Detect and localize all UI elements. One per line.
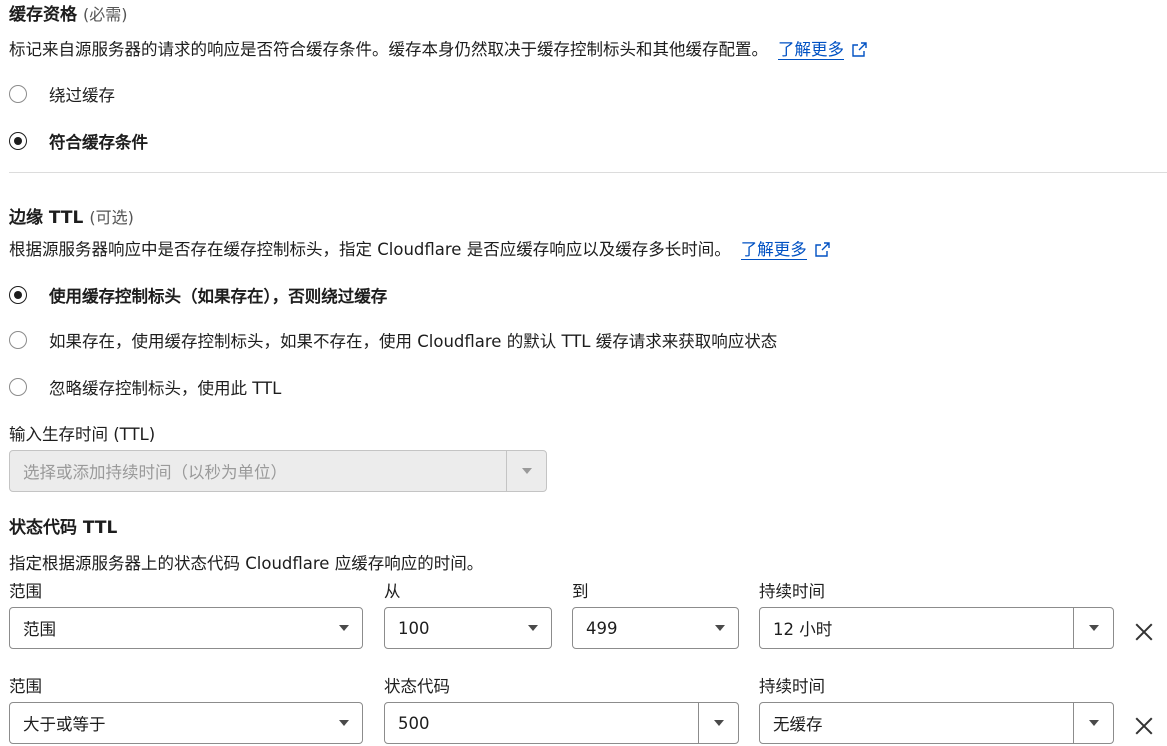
edge-ttl-title: 边缘 TTL — [9, 208, 84, 228]
status-code-ttl-description: 指定根据源服务器上的状态代码 Cloudflare 应缓存响应的时间。 — [9, 554, 484, 573]
range-select-value: 范围 — [23, 620, 56, 639]
edge-ttl-description: 根据源服务器响应中是否存在缓存控制标头，指定 Cloudflare 是否应缓存响… — [9, 236, 830, 260]
radio-button[interactable] — [9, 378, 27, 396]
dropdown-toggle[interactable] — [506, 451, 546, 491]
duration-select-value: 无缓存 — [773, 715, 823, 734]
chevron-down-icon — [1088, 720, 1099, 726]
status-code-label: 状态代码 — [384, 677, 450, 696]
range-select[interactable]: 大于或等于 — [9, 702, 363, 744]
cache-eligibility-required: (必需) — [83, 5, 128, 24]
cache-eligibility-description-text: 标记来自源服务器的请求的响应是否符合缓存条件。缓存本身仍然取决于缓存控制标头和其… — [9, 40, 768, 59]
chevron-down-icon — [715, 625, 725, 631]
cache-eligibility-description: 标记来自源服务器的请求的响应是否符合缓存条件。缓存本身仍然取决于缓存控制标头和其… — [9, 36, 867, 60]
range-label: 范围 — [9, 582, 42, 601]
radio-use-cache-control[interactable]: 使用缓存控制标头（如果存在），否则绕过缓存 — [9, 283, 387, 307]
section-divider — [9, 172, 1167, 173]
edge-ttl-heading: 边缘 TTL (可选) — [9, 203, 134, 228]
radio-bypass-cache[interactable]: 绕过缓存 — [9, 82, 115, 106]
duration-label: 持续时间 — [759, 677, 825, 696]
edge-ttl-optional: (可选) — [89, 208, 134, 227]
from-label: 从 — [384, 582, 401, 601]
duration-label: 持续时间 — [759, 582, 825, 601]
dropdown-toggle[interactable] — [1073, 608, 1113, 648]
radio-button-checked[interactable] — [9, 132, 27, 150]
ttl-duration-select[interactable]: 选择或添加持续时间（以秒为单位） — [9, 450, 547, 492]
status-code-select[interactable]: 500 — [384, 702, 739, 744]
chevron-down-icon — [521, 468, 532, 474]
radio-label: 忽略缓存控制标头，使用此 TTL — [49, 379, 282, 398]
duration-select-value: 12 小时 — [773, 620, 833, 639]
ttl-input-label: 输入生存时间 (TTL) — [9, 425, 156, 444]
chevron-down-icon — [528, 625, 538, 631]
ttl-duration-placeholder: 选择或添加持续时间（以秒为单位） — [23, 463, 287, 482]
chevron-down-icon — [339, 720, 349, 726]
remove-row-close-icon[interactable] — [1134, 622, 1154, 642]
range-select-value: 大于或等于 — [23, 715, 106, 734]
radio-button[interactable] — [9, 85, 27, 103]
radio-button[interactable] — [9, 331, 27, 349]
dropdown-toggle[interactable] — [698, 703, 738, 743]
learn-more-link[interactable]: 了解更多 — [778, 40, 844, 60]
chevron-down-icon — [1088, 625, 1099, 631]
to-label: 到 — [572, 582, 589, 601]
radio-ignore-cache-control[interactable]: 忽略缓存控制标头，使用此 TTL — [9, 375, 281, 399]
edge-ttl-description-text: 根据源服务器响应中是否存在缓存控制标头，指定 Cloudflare 是否应缓存响… — [9, 240, 731, 259]
range-select[interactable]: 范围 — [9, 607, 363, 649]
radio-label: 如果存在，使用缓存控制标头，如果不存在，使用 Cloudflare 的默认 TT… — [49, 332, 778, 351]
external-link-icon — [815, 242, 830, 257]
cache-eligibility-title: 缓存资格 — [9, 5, 77, 25]
radio-button-checked[interactable] — [9, 286, 27, 304]
radio-label: 绕过缓存 — [49, 86, 115, 105]
cache-eligibility-heading: 缓存资格 (必需) — [9, 0, 128, 25]
chevron-down-icon — [713, 720, 724, 726]
duration-select[interactable]: 无缓存 — [759, 702, 1114, 744]
radio-use-default-ttl[interactable]: 如果存在，使用缓存控制标头，如果不存在，使用 Cloudflare 的默认 TT… — [9, 328, 777, 352]
radio-eligible-for-cache[interactable]: 符合缓存条件 — [9, 129, 148, 153]
learn-more-link[interactable]: 了解更多 — [740, 240, 807, 260]
duration-select[interactable]: 12 小时 — [759, 607, 1114, 649]
from-select-value: 100 — [398, 618, 430, 638]
status-code-select-value: 500 — [398, 713, 430, 733]
external-link-icon — [852, 42, 867, 57]
radio-label: 符合缓存条件 — [49, 133, 148, 152]
remove-row-close-icon[interactable] — [1134, 716, 1154, 736]
status-code-ttl-title: 状态代码 TTL — [9, 518, 118, 538]
to-select-value: 499 — [586, 618, 618, 638]
radio-label: 使用缓存控制标头（如果存在），否则绕过缓存 — [49, 287, 388, 306]
from-select[interactable]: 100 — [384, 607, 552, 649]
chevron-down-icon — [339, 625, 349, 631]
range-label: 范围 — [9, 677, 42, 696]
to-select[interactable]: 499 — [572, 607, 739, 649]
dropdown-toggle[interactable] — [1073, 703, 1113, 743]
